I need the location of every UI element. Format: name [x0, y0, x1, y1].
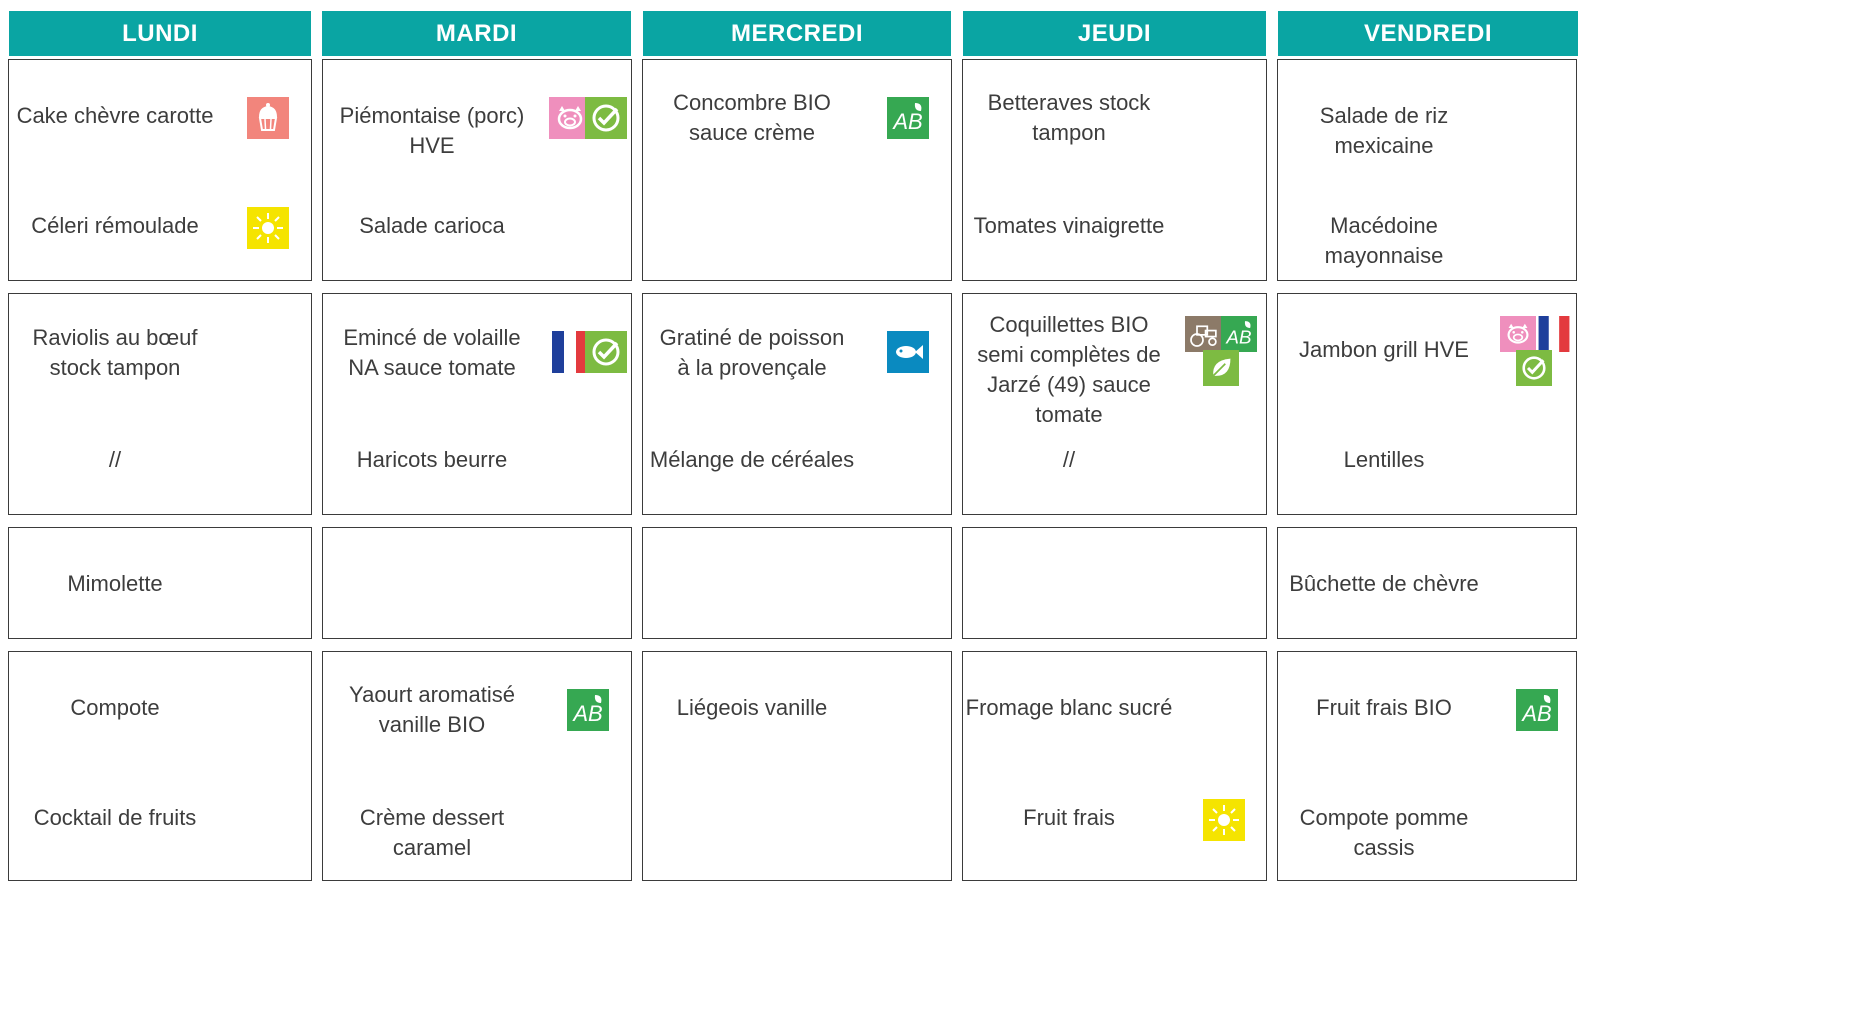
dish-vendredi-dessert2: Compote pomme cassis — [1299, 805, 1469, 860]
cell-mercredi-plat: Gratiné de poisson à la provençale Mélan… — [642, 293, 952, 515]
header-vendredi: VENDREDI — [1278, 11, 1578, 56]
cell-mardi-plat: Emincé de volaille NA sauce tomate Haric… — [322, 293, 632, 515]
dish-vendredi-dessert1: Fruit frais BIO — [1316, 695, 1452, 720]
svg-text:AB: AB — [571, 701, 602, 726]
dish-jeudi-dessert2: Fruit frais — [1023, 805, 1115, 830]
dish-jeudi-plat: Coquillettes BIO semi complètes de Jarzé… — [977, 312, 1161, 427]
checkmark-hve-icon — [585, 331, 627, 373]
cell-mardi-dessert: Yaourt aromatisé vanille BIO AB Crème de… — [322, 651, 632, 881]
dish-vendredi-entree2: Macédoine mayonnaise — [1324, 213, 1444, 268]
cell-mercredi-fromage — [642, 527, 952, 639]
dish-mercredi-plat: Gratiné de poisson à la provençale — [659, 325, 845, 380]
ab-bio-icon: AB — [1516, 689, 1558, 731]
header-jeudi: JEUDI — [963, 11, 1266, 56]
cell-mercredi-entree: Concombre BIO sauce crème AB — [642, 59, 952, 281]
dish-mercredi-accompagnement: Mélange de céréales — [649, 447, 855, 472]
dish-lundi-fromage: Mimolette — [67, 571, 163, 596]
cell-lundi-plat: Raviolis au bœuf stock tampon // — [8, 293, 312, 515]
tractor-icon — [1185, 316, 1221, 352]
svg-text:AB: AB — [1520, 701, 1551, 726]
dish-lundi-entree2: Céleri rémoulade — [31, 213, 199, 238]
cell-lundi-dessert: Compote Cocktail de fruits — [8, 651, 312, 881]
checkmark-hve-icon — [585, 97, 627, 139]
sun-icon — [1203, 799, 1245, 841]
header-mardi: MARDI — [322, 11, 631, 56]
ab-bio-icon: AB — [567, 689, 609, 731]
dish-lundi-accompagnement: // — [108, 447, 122, 472]
cell-vendredi-plat: Jambon grill HVE Lentilles — [1277, 293, 1577, 515]
cell-jeudi-entree: Betteraves stock tampon Tomates vinaigre… — [962, 59, 1267, 281]
dish-jeudi-entree2: Tomates vinaigrette — [973, 213, 1165, 238]
dish-lundi-entree1: Cake chèvre carotte — [16, 103, 214, 128]
cell-jeudi-dessert: Fromage blanc sucré Fruit frais — [962, 651, 1267, 881]
dish-vendredi-accompagnement: Lentilles — [1343, 447, 1425, 472]
cell-jeudi-fromage — [962, 527, 1267, 639]
dish-mardi-entree2: Salade carioca — [359, 213, 505, 238]
cell-lundi-entree: Cake chèvre carotte Céleri rémoulade — [8, 59, 312, 281]
svg-text:AB: AB — [891, 109, 922, 134]
cell-vendredi-fromage: Bûchette de chèvre — [1277, 527, 1577, 639]
dish-jeudi-accompagnement: // — [1062, 447, 1076, 472]
header-mercredi: MERCREDI — [643, 11, 951, 56]
ab-bio-icon: AB — [887, 97, 929, 139]
cell-lundi-fromage: Mimolette — [8, 527, 312, 639]
cell-mardi-entree: Piémontaise (porc) HVE Salade carioca — [322, 59, 632, 281]
svg-text:AB: AB — [1225, 326, 1251, 347]
dish-mercredi-dessert1: Liégeois vanille — [676, 695, 828, 720]
cupcake-icon — [247, 97, 289, 139]
dish-lundi-plat: Raviolis au bœuf stock tampon — [32, 325, 198, 380]
cell-mercredi-dessert: Liégeois vanille — [642, 651, 952, 881]
header-lundi: LUNDI — [9, 11, 311, 56]
ab-bio-icon: AB — [1221, 316, 1257, 352]
dish-mardi-entree1: Piémontaise (porc) HVE — [339, 103, 525, 158]
cell-mardi-fromage — [322, 527, 632, 639]
checkmark-hve-icon — [1516, 350, 1552, 386]
dish-jeudi-dessert1: Fromage blanc sucré — [965, 695, 1173, 720]
dish-vendredi-fromage: Bûchette de chèvre — [1289, 571, 1479, 596]
cell-vendredi-entree: Salade de riz mexicaine Macédoine mayonn… — [1277, 59, 1577, 281]
dish-jeudi-entree1: Betteraves stock tampon — [987, 90, 1151, 145]
dish-vendredi-plat: Jambon grill HVE — [1299, 337, 1469, 362]
dish-mardi-plat: Emincé de volaille NA sauce tomate — [343, 325, 521, 380]
fish-icon — [887, 331, 929, 373]
cell-jeudi-plat: Coquillettes BIO semi complètes de Jarzé… — [962, 293, 1267, 515]
dish-vendredi-entree1: Salade de riz mexicaine — [1319, 103, 1449, 158]
sun-icon — [247, 207, 289, 249]
dish-mardi-dessert2: Crème dessert caramel — [359, 805, 505, 860]
pig-icon — [1500, 316, 1536, 352]
dish-mardi-accompagnement: Haricots beurre — [356, 447, 508, 472]
leaf-icon — [1203, 350, 1239, 386]
dish-lundi-dessert1: Compote — [70, 695, 160, 720]
dish-mardi-dessert1: Yaourt aromatisé vanille BIO — [349, 682, 515, 737]
dish-lundi-dessert2: Cocktail de fruits — [33, 805, 197, 830]
dish-mercredi-entree1: Concombre BIO sauce crème — [673, 90, 831, 145]
french-flag-icon — [1536, 316, 1572, 352]
cell-vendredi-dessert: Fruit frais BIO AB Compote pomme cassis — [1277, 651, 1577, 881]
